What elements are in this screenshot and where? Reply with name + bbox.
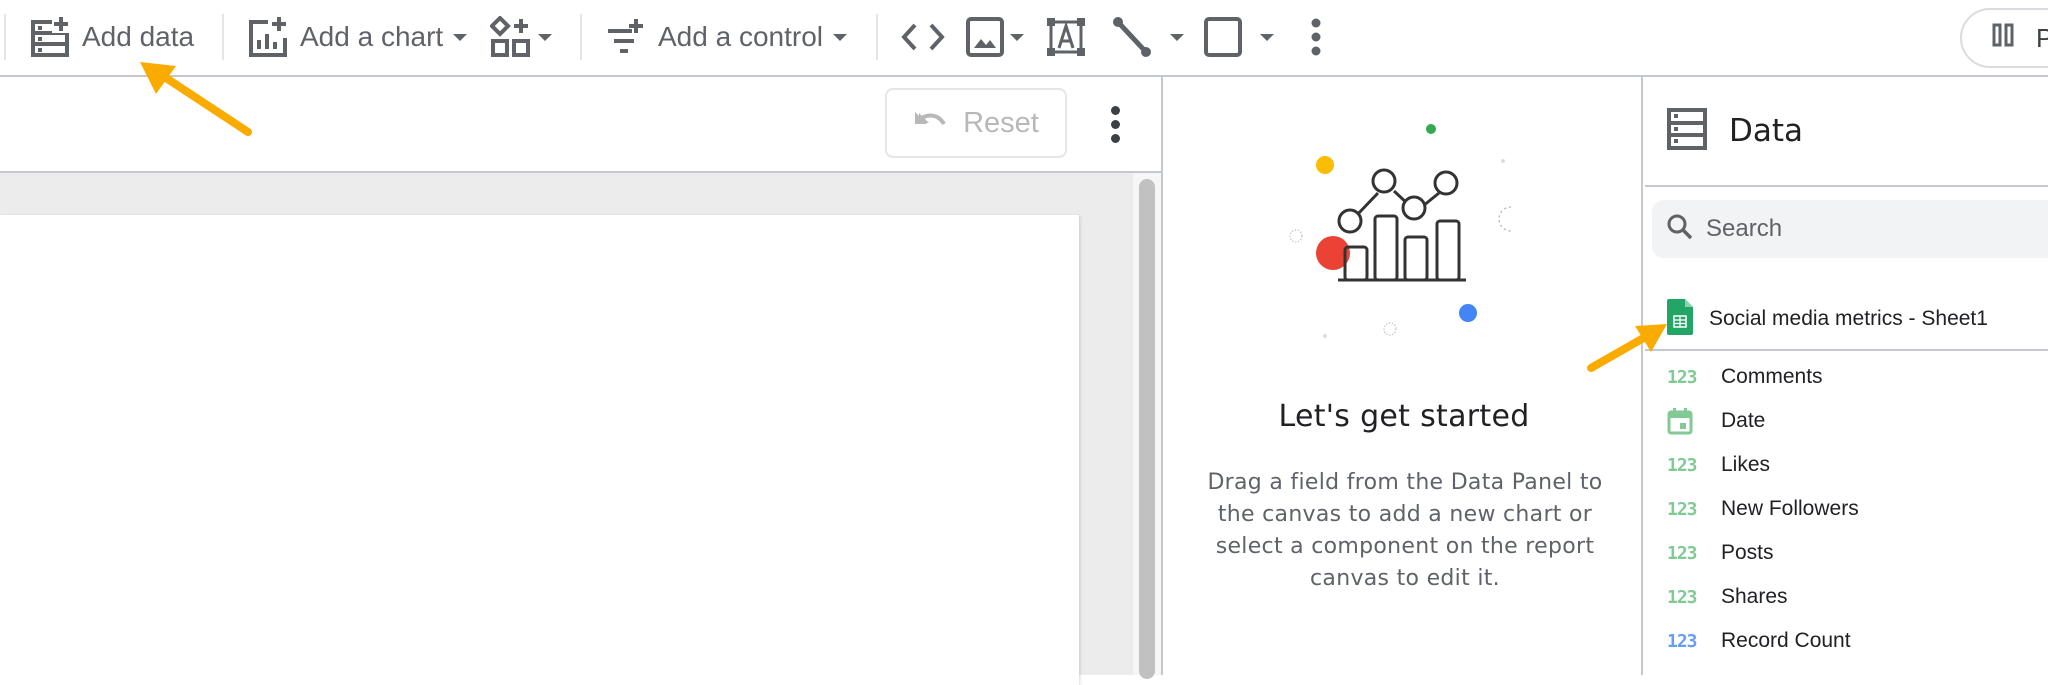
grey-dot <box>1501 159 1505 163</box>
field-label: Date <box>1721 409 1766 432</box>
field-item-shares[interactable]: 123 Shares <box>1645 575 2048 619</box>
line-icon <box>1110 15 1154 59</box>
chart-illustration <box>1289 124 1512 338</box>
add-control-label: Add a control <box>658 21 823 52</box>
bar-line-graphic <box>1337 168 1466 282</box>
properties-pane: Let's get started Drag a field from the … <box>1165 77 1643 675</box>
dot <box>1110 105 1120 115</box>
field-label: Shares <box>1721 585 1788 608</box>
get-started-description: Drag a field from the Data Panel to the … <box>1207 470 1603 591</box>
shape-button[interactable] <box>1204 0 1274 74</box>
data-source-name: Social media metrics - Sheet1 <box>1709 307 1988 330</box>
add-component-button[interactable] <box>490 0 552 74</box>
vertical-scrollbar[interactable] <box>1133 173 1161 679</box>
field-item-likes[interactable]: 123 Likes <box>1645 443 2048 487</box>
field-label: Record Count <box>1721 629 1851 652</box>
add-chart-button[interactable]: Add a chart <box>248 0 468 74</box>
scrollbar-thumb[interactable] <box>1139 179 1155 679</box>
field-label: New Followers <box>1721 497 1859 520</box>
dot <box>1110 119 1120 129</box>
number-type-icon: 123 <box>1667 498 1698 520</box>
number-type-icon: 123 <box>1667 366 1698 388</box>
report-page[interactable] <box>0 215 1079 685</box>
number-type-icon: 123 <box>1667 454 1698 476</box>
pause-updates-button[interactable]: P <box>1960 8 2048 68</box>
code-icon <box>900 22 946 52</box>
field-label: Likes <box>1721 453 1771 476</box>
field-list: 123 Comments Date 123 Likes 123 New Foll… <box>1645 355 2048 663</box>
data-panel-header: Data <box>1645 77 2048 187</box>
search-input[interactable] <box>1706 215 2006 243</box>
field-label: Comments <box>1721 365 1823 388</box>
dot <box>1110 133 1120 143</box>
data-source-item[interactable]: Social media metrics - Sheet1 <box>1645 289 2048 351</box>
add-data-button[interactable]: Add data <box>30 0 194 74</box>
green-dot <box>1426 124 1436 134</box>
add-data-label: Add data <box>82 21 195 52</box>
embed-url-button[interactable] <box>900 0 946 74</box>
metric-type-icon: 123 <box>1667 630 1698 652</box>
chevron-down-icon <box>1260 33 1274 41</box>
data-panel: Data Social media metrics - Sheet1 123 C… <box>1645 77 2048 675</box>
canvas-header: Reset <box>0 77 1161 173</box>
dotted-circle <box>1383 322 1397 336</box>
field-item-record-count[interactable]: 123 Record Count <box>1645 619 2048 663</box>
toolbar-divider <box>876 14 878 60</box>
dotted-circle <box>1289 229 1303 243</box>
reset-button[interactable]: Reset <box>885 88 1067 158</box>
add-data-icon <box>30 16 70 58</box>
toolbar-divider <box>580 14 582 60</box>
more-vert-icon <box>1310 18 1322 56</box>
canvas-area[interactable] <box>0 173 1161 685</box>
pause-updates-label: P <box>2036 22 2048 53</box>
image-button[interactable] <box>966 0 1024 74</box>
toolbar-divider <box>4 14 6 60</box>
undo-icon <box>913 107 963 140</box>
text-button[interactable] <box>1046 0 1086 74</box>
report-canvas-pane: Reset <box>0 77 1163 685</box>
chevron-down-icon <box>538 33 552 41</box>
grey-dot <box>1323 334 1327 338</box>
more-options-button[interactable] <box>1310 0 1322 74</box>
chevron-down-icon <box>833 33 847 41</box>
add-chart-icon <box>248 16 288 58</box>
chevron-down-icon <box>1010 33 1024 41</box>
canvas-more-options[interactable] <box>1100 99 1130 149</box>
line-button[interactable] <box>1110 0 1184 74</box>
toolbar-divider <box>222 14 224 60</box>
chevron-down-icon <box>453 33 468 41</box>
database-icon <box>1667 107 1707 155</box>
pause-icon <box>1992 23 2014 54</box>
rectangle-icon <box>1204 17 1242 57</box>
add-chart-label: Add a chart <box>300 21 444 52</box>
field-search[interactable] <box>1652 200 2048 258</box>
field-item-comments[interactable]: 123 Comments <box>1645 355 2048 399</box>
number-type-icon: 123 <box>1667 542 1698 564</box>
calendar-icon <box>1667 407 1701 435</box>
field-item-posts[interactable]: 123 Posts <box>1645 531 2048 575</box>
image-icon <box>966 17 1004 57</box>
add-component-icon <box>490 16 532 58</box>
google-sheets-icon <box>1667 298 1693 340</box>
toolbar: Add data Add a chart Add a control P <box>0 0 2048 77</box>
field-label: Posts <box>1721 541 1774 564</box>
field-item-new-followers[interactable]: 123 New Followers <box>1645 487 2048 531</box>
field-item-date[interactable]: Date <box>1645 399 2048 443</box>
text-box-icon <box>1046 17 1086 57</box>
chevron-down-icon <box>1170 33 1184 41</box>
data-panel-title: Data <box>1729 113 1804 149</box>
reset-label: Reset <box>963 106 1039 139</box>
add-control-icon <box>606 17 646 57</box>
search-icon <box>1666 213 1694 246</box>
number-type-icon: 123 <box>1667 586 1698 608</box>
blue-dot <box>1459 304 1477 322</box>
yellow-dot <box>1316 156 1334 174</box>
dotted-arc <box>1498 206 1512 232</box>
add-control-button[interactable]: Add a control <box>606 0 847 74</box>
get-started-title: Let's get started <box>1278 399 1530 434</box>
